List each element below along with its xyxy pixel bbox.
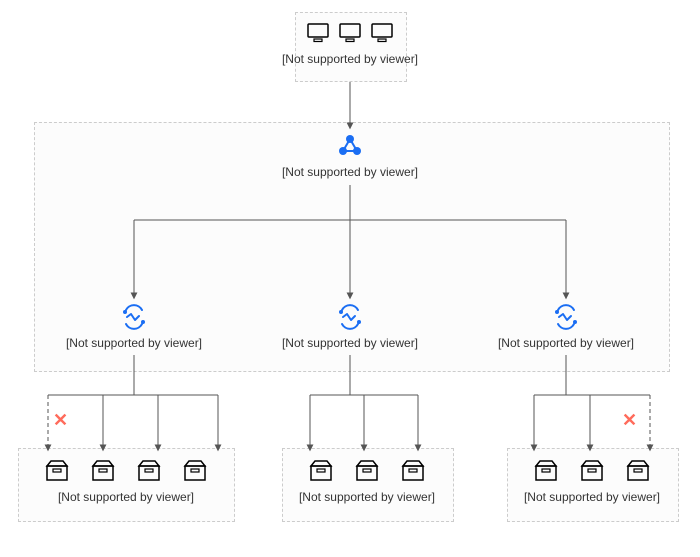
- x-mark-right: ✕: [622, 410, 637, 431]
- ecs-left-node: [Not supported by viewer]: [54, 302, 214, 350]
- storage-box-icon: [45, 460, 69, 482]
- load-balancer-caption: [Not supported by viewer]: [270, 165, 430, 179]
- storage-left-icons: [26, 456, 226, 486]
- monitor-icons: [270, 18, 430, 48]
- storage-right-node: [Not supported by viewer]: [513, 456, 671, 504]
- ecs-center-caption: [Not supported by viewer]: [270, 336, 430, 350]
- storage-box-icon: [534, 460, 558, 482]
- clients-caption: [Not supported by viewer]: [270, 52, 430, 66]
- ecs-center-node: [Not supported by viewer]: [270, 302, 430, 350]
- ecs-center-icon-row: [270, 302, 430, 332]
- clients-node: [Not supported by viewer]: [270, 18, 430, 66]
- storage-box-icon: [137, 460, 161, 482]
- storage-box-icon: [91, 460, 115, 482]
- ecs-icon: [120, 304, 148, 330]
- load-balancer-icon-row: [270, 131, 430, 161]
- ecs-right-icon-row: [486, 302, 646, 332]
- load-balancer-node: [Not supported by viewer]: [270, 131, 430, 179]
- storage-box-icon: [580, 460, 604, 482]
- storage-box-icon: [183, 460, 207, 482]
- storage-center-icons: [288, 456, 446, 486]
- storage-box-icon: [401, 460, 425, 482]
- ecs-left-caption: [Not supported by viewer]: [54, 336, 214, 350]
- storage-left-caption: [Not supported by viewer]: [26, 490, 226, 504]
- monitor-icon: [307, 23, 329, 43]
- ecs-right-node: [Not supported by viewer]: [486, 302, 646, 350]
- storage-center-caption: [Not supported by viewer]: [288, 490, 446, 504]
- monitor-icon: [371, 23, 393, 43]
- storage-box-icon: [626, 460, 650, 482]
- storage-right-caption: [Not supported by viewer]: [513, 490, 671, 504]
- storage-right-icons: [513, 456, 671, 486]
- ecs-right-caption: [Not supported by viewer]: [486, 336, 646, 350]
- x-mark-left: ✕: [53, 410, 68, 431]
- storage-left-node: [Not supported by viewer]: [26, 456, 226, 504]
- storage-box-icon: [355, 460, 379, 482]
- ecs-icon: [336, 304, 364, 330]
- ecs-icon: [552, 304, 580, 330]
- monitor-icon: [339, 23, 361, 43]
- storage-center-node: [Not supported by viewer]: [288, 456, 446, 504]
- ecs-left-icon-row: [54, 302, 214, 332]
- storage-box-icon: [309, 460, 333, 482]
- load-balancer-icon: [337, 133, 363, 159]
